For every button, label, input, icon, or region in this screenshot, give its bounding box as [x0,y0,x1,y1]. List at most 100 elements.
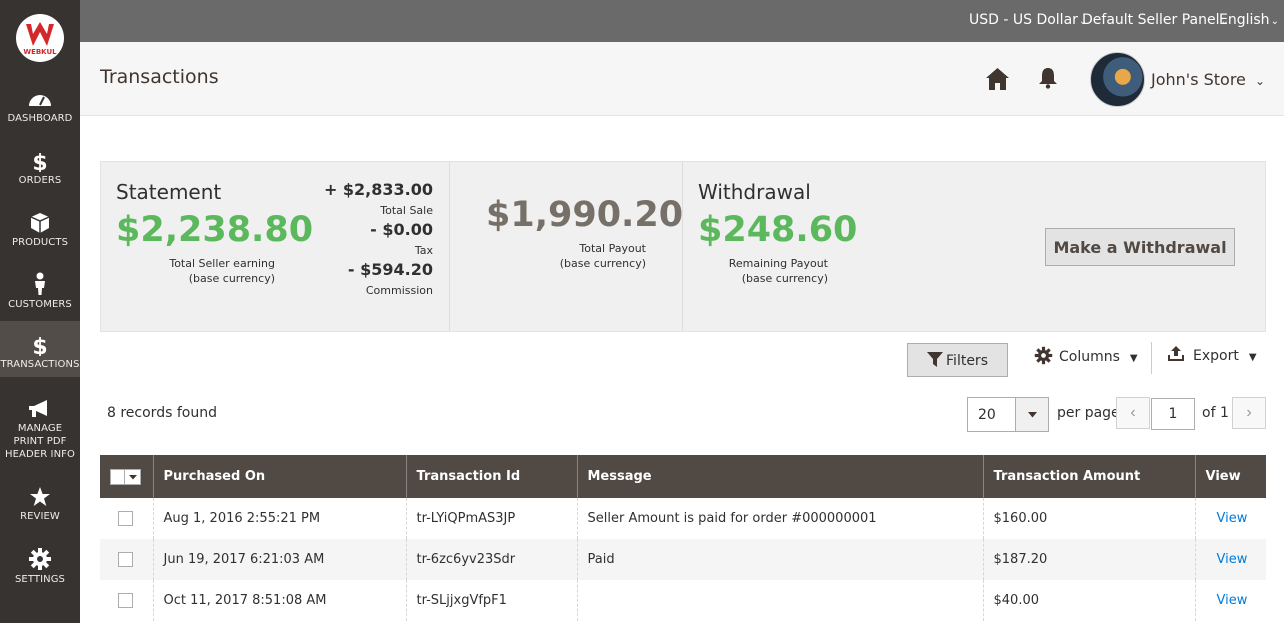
megaphone-icon [29,400,47,417]
page-number-input[interactable]: 1 [1151,398,1195,430]
message-cell [576,580,983,621]
page-header: Transactions John's Store ⌄ [80,42,1284,116]
column-header-transaction-id[interactable]: Transaction Id [405,455,577,498]
sidebar-item-label: DASHBOARD [7,113,73,124]
svg-text:$: $ [32,151,47,172]
table-row: Oct 11, 2017 8:51:08 AM tr-SLjjxgVfpF1 $… [100,580,1266,621]
avatar[interactable] [1090,52,1145,107]
tax-amount: - $0.00 [370,220,433,239]
language-label: English [1219,12,1270,28]
export-label: Export [1193,348,1239,364]
amount-cell: $160.00 [982,498,1195,539]
divider [682,162,683,331]
sidebar-item-transactions[interactable]: $ TRANSACTIONS [0,321,80,377]
statement-panel: Statement $2,238.80 Total Seller earning… [100,161,1266,332]
table-row: Aug 1, 2016 2:55:21 PM tr-LYiQPmAS3JP Se… [100,498,1266,539]
sidebar: WEBKUL DASHBOARD $ ORDERS PRODUCTS CUSTO… [0,0,80,623]
make-withdrawal-button[interactable]: Make a Withdrawal [1045,228,1235,266]
sidebar-item-label: REVIEW [20,511,60,522]
sidebar-item-customers[interactable]: CUSTOMERS [0,272,80,318]
amount-cell: $187.20 [982,539,1195,580]
divider [449,162,450,331]
column-header-message[interactable]: Message [576,455,983,498]
chevron-down-icon: ⌄ [1255,74,1266,88]
store-menu[interactable]: John's Store ⌄ [1151,70,1265,89]
filters-button[interactable]: Filters [907,343,1008,377]
person-icon [35,272,45,295]
sidebar-item-dashboard[interactable]: DASHBOARD [0,88,80,134]
export-button[interactable]: Export ▼ [1167,346,1257,368]
dollar-icon: $ [32,151,47,172]
columns-button[interactable]: Columns ▼ [1034,346,1138,368]
remaining-payout-label: Remaining Payout [728,257,828,270]
caret-down-icon [129,474,137,479]
sidebar-item-manage-print-pdf-header-info[interactable]: MANAGE PRINT PDF HEADER INFO [0,398,80,462]
gear-icon [1034,346,1053,365]
view-link[interactable]: View [1217,552,1248,567]
amount-cell: $40.00 [982,580,1195,621]
per-page-value: 20 [978,407,996,423]
records-count: 8 records found [107,405,217,421]
mass-select-checkbox[interactable] [110,468,141,485]
total-sale-amount: + $2,833.00 [323,180,433,199]
row-checkbox[interactable] [118,593,133,608]
page-total: of 1 [1202,405,1229,421]
total-sale-label: Total Sale [380,204,433,217]
sidebar-item-label: PRODUCTS [11,237,69,248]
sidebar-item-products[interactable]: PRODUCTS [0,212,80,258]
store-name: John's Store [1151,70,1246,89]
purchased-on-cell: Oct 11, 2017 8:51:08 AM [152,580,406,621]
bell-icon[interactable] [1038,67,1058,89]
gear-icon [29,548,51,570]
table-header-row: Purchased On Transaction Id Message Tran… [100,455,1266,498]
row-checkbox[interactable] [118,552,133,567]
column-header-purchased-on[interactable]: Purchased On [152,455,406,498]
purchased-on-cell: Jun 19, 2017 6:21:03 AM [152,539,406,580]
sidebar-item-orders[interactable]: $ ORDERS [0,150,80,196]
view-link[interactable]: View [1217,511,1248,526]
dollar-icon: $ [32,335,47,356]
mass-select-header[interactable] [100,455,153,498]
sidebar-item-settings[interactable]: SETTINGS [0,547,80,593]
star-icon [30,487,50,506]
chevron-down-icon: ⌄ [1270,16,1279,27]
view-link[interactable]: View [1217,593,1248,608]
upload-icon [1168,346,1184,361]
seller-earning-label: Total Seller earning [169,257,275,270]
total-payout-label: Total Payout [579,242,646,255]
message-cell: Seller Amount is paid for order #0000000… [576,498,983,539]
sidebar-item-label: TRANSACTIONS [0,359,80,370]
logo-text: WEBKUL [23,48,57,56]
transaction-id-cell: tr-6zc6yv23Sdr [405,539,577,580]
tax-label: Tax [414,244,433,257]
total-payout-sublabel: (base currency) [559,257,646,270]
home-icon[interactable] [985,67,1010,91]
seller-earning-amount: $2,238.80 [116,210,314,250]
row-checkbox[interactable] [118,511,133,526]
currency-switcher[interactable]: USD - US Dollar⌄ [969,12,1087,28]
message-cell: Paid [576,539,983,580]
previous-page-button[interactable]: ‹ [1116,397,1150,429]
withdrawal-title: Withdrawal [698,180,811,204]
per-page-dropdown-toggle[interactable] [1015,398,1048,431]
chevron-left-icon: ‹ [1130,404,1136,421]
sidebar-item-label: CUSTOMERS [8,299,72,310]
remaining-payout-amount: $248.60 [698,210,858,250]
caret-down-icon: ▼ [1129,353,1138,364]
columns-label: Columns [1059,349,1120,365]
webkul-logo[interactable]: WEBKUL [16,14,64,62]
remaining-payout-sublabel: (base currency) [741,272,828,285]
table-row: Jun 19, 2017 6:21:03 AM tr-6zc6yv23Sdr P… [100,539,1266,580]
sidebar-item-review[interactable]: REVIEW [0,486,80,532]
filters-label: Filters [946,352,988,369]
commission-amount: - $594.20 [347,260,433,279]
per-page-select[interactable]: 20 [967,397,1049,432]
transaction-id-cell: tr-SLjjxgVfpF1 [405,580,577,621]
sidebar-item-label: SETTINGS [14,574,66,585]
top-bar: USD - US Dollar⌄ Default Seller Panel⌄ E… [80,0,1284,42]
language-switcher[interactable]: English⌄ [1219,12,1279,28]
column-header-transaction-amount[interactable]: Transaction Amount [982,455,1195,498]
svg-text:$: $ [32,335,47,356]
panel-switcher[interactable]: Default Seller Panel⌄ [1082,12,1229,28]
next-page-button[interactable]: › [1232,397,1266,429]
